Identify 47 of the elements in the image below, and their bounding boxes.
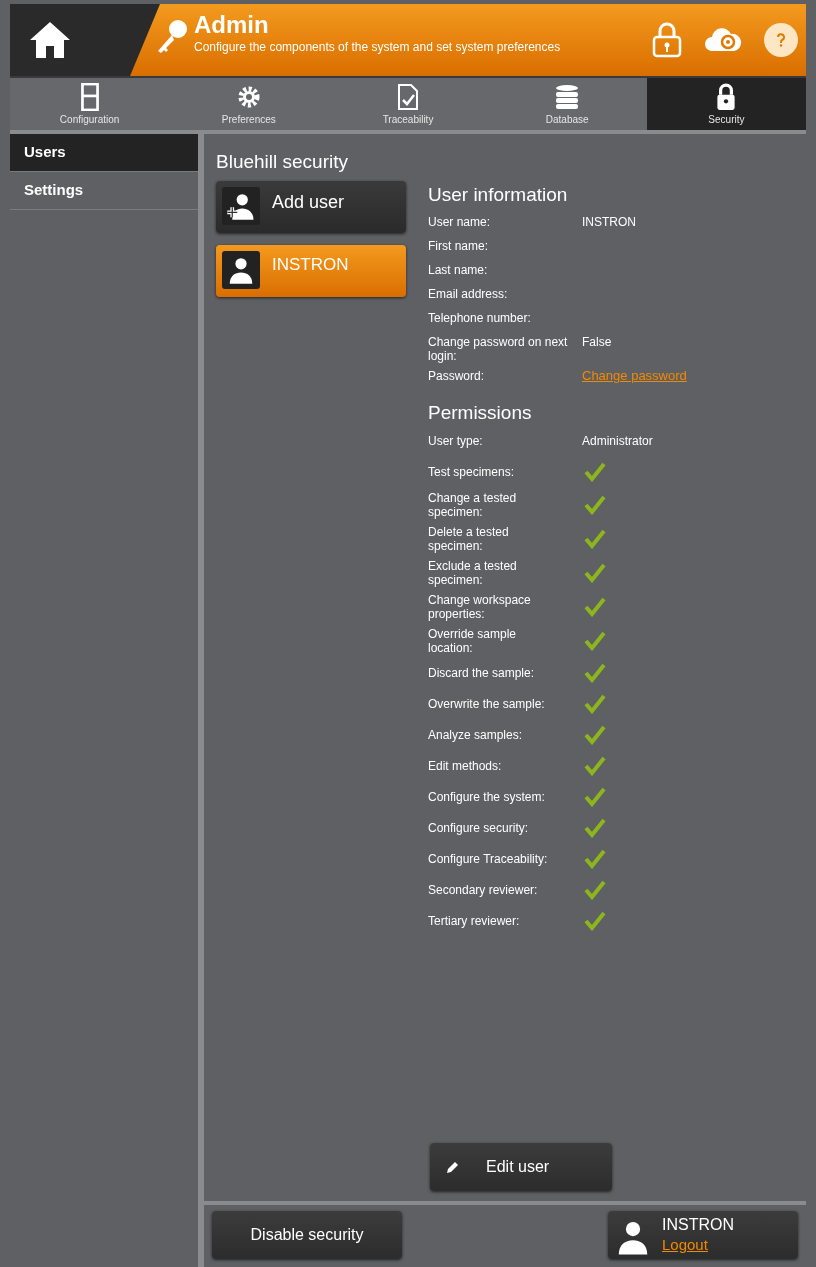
permission-label: Change a tested specimen: (428, 490, 518, 519)
database-icon (554, 83, 581, 111)
logout-link[interactable]: Logout (662, 1235, 734, 1255)
permission-label: Change workspace properties: (428, 592, 532, 621)
cloud-icon[interactable] (704, 27, 742, 53)
permission-label: Delete a tested specimen: (428, 524, 510, 553)
permission-label: Test specimens: (428, 464, 516, 481)
edit-user-button[interactable]: Edit user (430, 1143, 612, 1191)
permission-label: Exclude a tested specimen: (428, 558, 518, 587)
pencil-icon (446, 1160, 460, 1174)
permission-label: Secondary reviewer: (428, 882, 539, 899)
user-name: INSTRON (662, 1215, 734, 1235)
field-label: Last name: (428, 263, 489, 279)
permission-label: Discard the sample: (428, 665, 536, 682)
page-subtitle: Configure the components of the system and set system preferences (194, 39, 561, 56)
permission-label: Configure the system: (428, 789, 546, 806)
padlock-icon[interactable] (652, 22, 682, 58)
home-icon[interactable] (28, 20, 72, 60)
document-check-icon (395, 83, 421, 111)
field-label: User type: (428, 433, 484, 450)
field-value: Administrator (582, 433, 654, 450)
field-value: INSTRON (582, 215, 636, 229)
add-person-icon (222, 186, 260, 225)
field-label: Telephone number: (428, 311, 532, 327)
disable-security-button[interactable]: Disable security (212, 1211, 402, 1259)
permission-label: Overwrite the sample: (428, 696, 546, 713)
sidebar-item[interactable]: Users (10, 134, 198, 172)
field-label: First name: (428, 239, 489, 255)
tab[interactable]: Security (646, 78, 806, 130)
field-label: Password: (428, 369, 486, 385)
permission-label: Configure security: (428, 820, 530, 837)
permission-label: Override sample location: (428, 626, 518, 655)
page-title: Admin (194, 12, 270, 38)
field-label: User name: (428, 215, 492, 231)
permission-label: Configure Traceability: (428, 851, 549, 868)
section-title: Bluehill security (216, 150, 349, 174)
person-icon (222, 250, 260, 289)
field-label: Email address: (428, 287, 509, 303)
permission-label: Edit methods: (428, 758, 503, 775)
add-user-button[interactable]: Add user (216, 180, 406, 233)
help-icon[interactable] (764, 23, 798, 57)
section-heading: User information (428, 182, 569, 207)
section-heading: Permissions (428, 401, 533, 425)
field-label: Change password on next login: (428, 335, 569, 363)
permission-label: Analyze samples: (428, 727, 524, 744)
field-value: False (582, 335, 612, 349)
permission-label: Tertiary reviewer: (428, 913, 521, 930)
